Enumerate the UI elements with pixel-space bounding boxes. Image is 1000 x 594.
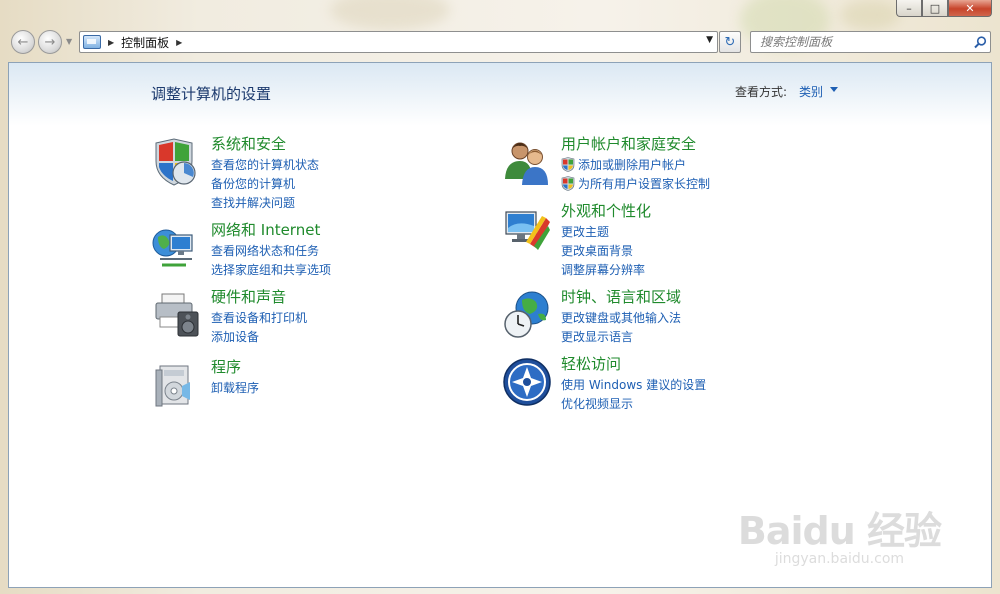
link-change-desktop-background[interactable]: 更改桌面背景: [561, 241, 645, 260]
link-find-fix-problems[interactable]: 查找并解决问题: [211, 193, 319, 212]
shield-icon: [561, 176, 575, 191]
control-panel-small-icon: [83, 35, 101, 49]
breadcrumb-arrow-icon[interactable]: ▶: [108, 38, 114, 47]
category-title[interactable]: 外观和个性化: [561, 200, 651, 221]
search-icon[interactable]: [970, 35, 990, 49]
back-button[interactable]: ←: [11, 30, 35, 54]
forward-button[interactable]: →: [38, 30, 62, 54]
category-title[interactable]: 硬件和声音: [211, 286, 286, 307]
address-bar[interactable]: ▶ 控制面板 ▶ ▼: [79, 31, 718, 53]
category-title[interactable]: 系统和安全: [211, 133, 286, 154]
maximize-icon: □: [929, 1, 941, 15]
link-homegroup-sharing[interactable]: 选择家庭组和共享选项: [211, 260, 331, 279]
view-by-label: 查看方式:: [735, 85, 788, 99]
category-title[interactable]: 网络和 Internet: [211, 219, 320, 240]
shield-icon: [561, 157, 575, 172]
programs-icon[interactable]: [152, 360, 202, 410]
link-backup-computer[interactable]: 备份您的计算机: [211, 174, 319, 193]
link-label[interactable]: 添加或删除用户帐户: [578, 156, 686, 173]
close-icon: ✕: [965, 1, 975, 15]
search-box: [750, 31, 991, 53]
navigation-bar: ← → ▼ ▶ 控制面板 ▶ ▼ ↻: [0, 26, 1000, 60]
category-links: 卸载程序: [211, 378, 259, 397]
address-dropdown-icon[interactable]: ▼: [706, 35, 713, 45]
category-title[interactable]: 程序: [211, 356, 241, 377]
link-adjust-resolution[interactable]: 调整屏幕分辨率: [561, 260, 645, 279]
category-links: 添加或删除用户帐户 为所有用户设置家长控制: [561, 155, 710, 193]
link-change-keyboards[interactable]: 更改键盘或其他输入法: [561, 308, 681, 327]
page-title: 调整计算机的设置: [151, 85, 272, 103]
category-title[interactable]: 轻松访问: [561, 353, 621, 374]
link-change-theme[interactable]: 更改主题: [561, 222, 645, 241]
link-add-device[interactable]: 添加设备: [211, 327, 307, 346]
user-accounts-icon[interactable]: [502, 137, 552, 187]
refresh-button[interactable]: ↻: [719, 31, 741, 53]
category-links: 使用 Windows 建议的设置 优化视频显示: [561, 375, 706, 413]
category-title[interactable]: 用户帐户和家庭安全: [561, 133, 696, 154]
view-by-dropdown[interactable]: 类别: [799, 83, 823, 100]
system-security-icon[interactable]: [152, 137, 202, 187]
link-change-display-language[interactable]: 更改显示语言: [561, 327, 681, 346]
breadcrumb-arrow-icon[interactable]: ▶: [176, 38, 182, 47]
category-links: 更改主题 更改桌面背景 调整屏幕分辨率: [561, 222, 645, 279]
category-links: 查看网络状态和任务 选择家庭组和共享选项: [211, 241, 331, 279]
minimize-icon: –: [906, 1, 912, 15]
clock-language-region-icon[interactable]: [502, 290, 552, 340]
watermark: Baidu 经验 jingyan.baidu.com: [737, 500, 942, 567]
refresh-icon: ↻: [724, 34, 736, 50]
link-label[interactable]: 为所有用户设置家长控制: [578, 175, 710, 192]
control-panel-window: – □ ✕ ← → ▼ ▶ 控制面板 ▶ ▼ ↻ 调整计算机的设置 查看方式: …: [0, 0, 1000, 594]
appearance-icon[interactable]: [502, 204, 552, 254]
ease-of-access-icon[interactable]: [502, 357, 552, 407]
close-button[interactable]: ✕: [948, 0, 992, 17]
link-parental-controls[interactable]: 为所有用户设置家长控制: [561, 174, 710, 193]
back-arrow-icon: ←: [17, 34, 29, 50]
watermark-logo: Baidu 经验: [737, 509, 942, 553]
link-optimize-visual-display[interactable]: 优化视频显示: [561, 394, 706, 413]
link-uninstall-program[interactable]: 卸载程序: [211, 378, 259, 397]
minimize-button[interactable]: –: [896, 0, 922, 17]
link-recommended-settings[interactable]: 使用 Windows 建议的设置: [561, 375, 706, 394]
recent-pages-dropdown[interactable]: ▼: [66, 37, 72, 46]
hardware-sound-icon[interactable]: [152, 290, 202, 340]
link-view-computer-status[interactable]: 查看您的计算机状态: [211, 155, 319, 174]
link-add-remove-accounts[interactable]: 添加或删除用户帐户: [561, 155, 710, 174]
link-view-devices-printers[interactable]: 查看设备和打印机: [211, 308, 307, 327]
network-icon[interactable]: [152, 223, 202, 273]
category-links: 更改键盘或其他输入法 更改显示语言: [561, 308, 681, 346]
category-links: 查看您的计算机状态 备份您的计算机 查找并解决问题: [211, 155, 319, 212]
search-input[interactable]: [758, 34, 970, 50]
category-links: 查看设备和打印机 添加设备: [211, 308, 307, 346]
maximize-button[interactable]: □: [922, 0, 948, 17]
content-pane: 调整计算机的设置 查看方式: 类别 系统和安全 查看您的计算机状态 备份您的计算…: [8, 62, 992, 588]
forward-arrow-icon: →: [44, 34, 56, 50]
caption-buttons: – □ ✕: [896, 0, 992, 18]
breadcrumb-control-panel[interactable]: 控制面板: [121, 34, 169, 51]
category-title[interactable]: 时钟、语言和区域: [561, 286, 681, 307]
link-view-network-status[interactable]: 查看网络状态和任务: [211, 241, 331, 260]
view-by-dropdown-arrow-icon[interactable]: [830, 87, 838, 92]
